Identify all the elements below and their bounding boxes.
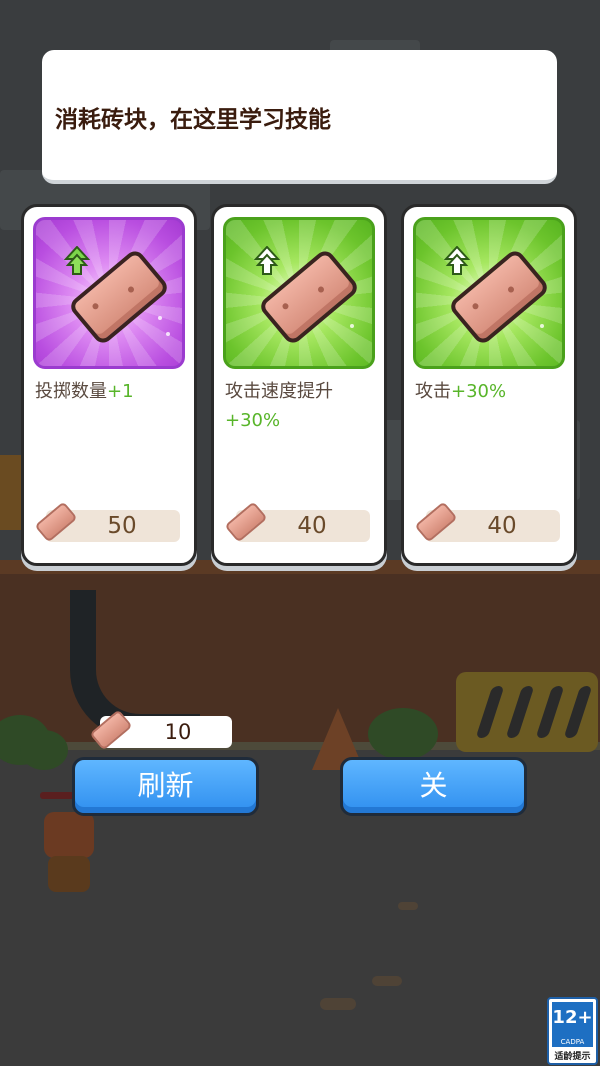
bush [20, 730, 68, 770]
skill-card-throw-count[interactable]: 投掷数量+1 50 [21, 204, 197, 566]
age-rating-label: 12+ [552, 1002, 593, 1038]
upgrade-arrow-icon [64, 246, 90, 275]
road-barrier [456, 672, 598, 752]
brick-icon [33, 501, 78, 543]
age-rating-caption: 适龄提示 [554, 1052, 591, 1062]
upgrade-arrow-icon [444, 246, 470, 275]
skill-art [413, 217, 565, 369]
skill-art [223, 217, 375, 369]
skill-description: 攻击速度提升 +30% [225, 381, 333, 431]
age-rating-org: CADPA [552, 1038, 593, 1047]
close-button[interactable]: 关 [340, 757, 527, 816]
brick-icon [86, 707, 134, 751]
brick-icon [223, 501, 268, 543]
bush [368, 708, 438, 760]
upgrade-arrow-icon [254, 246, 280, 275]
skill-description: 攻击+30% [415, 381, 507, 402]
brick-icon [413, 501, 458, 543]
info-text: 消耗砖块，在这里学习技能 [55, 107, 331, 133]
refresh-button[interactable]: 刷新 [72, 757, 259, 816]
info-panel: 消耗砖块，在这里学习技能 [42, 50, 557, 184]
skill-art [33, 217, 185, 369]
debris [398, 902, 418, 910]
skill-description: 投掷数量+1 [35, 381, 134, 402]
skill-card-attack-speed[interactable]: 攻击速度提升 +30% 40 [211, 204, 387, 566]
skill-card-attack[interactable]: 攻击+30% 40 [401, 204, 577, 566]
debris [372, 976, 402, 986]
debris [320, 998, 356, 1010]
age-rating-badge: 12+ CADPA 适龄提示 [547, 997, 598, 1065]
player-character [38, 812, 100, 896]
